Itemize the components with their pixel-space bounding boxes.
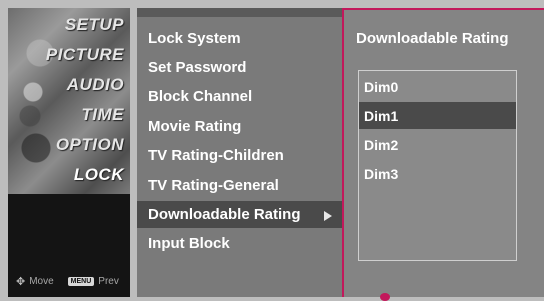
menu-item-label: TV Rating-General	[148, 177, 279, 194]
menu-item-lock-system[interactable]: Lock System	[137, 25, 342, 52]
menu-item-label: Set Password	[148, 59, 247, 76]
menu-item-label: Input Block	[148, 235, 230, 252]
tab-lock[interactable]: LOCK	[74, 165, 124, 185]
menu-item-label: TV Rating-Children	[148, 147, 284, 164]
list-item-dim1[interactable]: Dim1	[359, 102, 516, 129]
menu-item-label: Lock System	[148, 30, 241, 47]
scroll-indicator-icon	[380, 293, 390, 301]
category-sidebar: SETUP PICTURE AUDIO TIME OPTION LOCK ✥ M…	[8, 8, 130, 297]
menu-item-downloadable-rating[interactable]: Downloadable Rating	[137, 201, 342, 228]
menu-item-movie-rating[interactable]: Movie Rating	[137, 113, 342, 140]
list-item-dim0[interactable]: Dim0	[359, 73, 516, 100]
menu-item-tv-rating-children[interactable]: TV Rating-Children	[137, 142, 342, 169]
menu-item-label: Movie Rating	[148, 118, 242, 135]
menu-item-block-channel[interactable]: Block Channel	[137, 83, 342, 110]
tab-setup[interactable]: SETUP	[65, 15, 124, 35]
list-item-label: Dim1	[364, 108, 399, 124]
lock-menu-panel: Lock System Set Password Block Channel M…	[137, 8, 342, 297]
list-item-dim2[interactable]: Dim2	[359, 131, 516, 158]
move-hint-label: Move	[29, 275, 54, 287]
list-item-label: Dim3	[364, 166, 399, 182]
tab-picture[interactable]: PICTURE	[46, 45, 124, 65]
menu-item-set-password[interactable]: Set Password	[137, 54, 342, 81]
category-tabs: SETUP PICTURE AUDIO TIME OPTION LOCK	[8, 8, 130, 194]
four-way-arrow-icon: ✥	[16, 275, 26, 288]
tab-time[interactable]: TIME	[81, 105, 124, 125]
dimension-list: Dim0 Dim1 Dim2 Dim3	[358, 70, 517, 261]
menu-item-tv-rating-general[interactable]: TV Rating-General	[137, 172, 342, 199]
list-item-dim3[interactable]: Dim3	[359, 160, 516, 187]
menu-item-label: Block Channel	[148, 88, 253, 105]
tab-option[interactable]: OPTION	[56, 135, 124, 155]
submenu-title: Downloadable Rating	[356, 30, 509, 47]
downloadable-rating-panel: Downloadable Rating Dim0 Dim1 Dim2 Dim3	[342, 8, 544, 301]
list-item-label: Dim2	[364, 137, 399, 153]
menu-item-input-block[interactable]: Input Block	[137, 230, 342, 257]
tab-audio[interactable]: AUDIO	[67, 75, 124, 95]
menu-item-label: Downloadable Rating	[148, 206, 301, 223]
nav-hint-bar: ✥ Move MENU Prev	[8, 273, 130, 289]
menu-top-bar	[137, 8, 342, 17]
prev-hint-label: Prev	[98, 275, 119, 287]
menu-key-icon: MENU	[67, 276, 95, 286]
arrow-right-icon	[324, 211, 332, 221]
list-item-label: Dim0	[364, 79, 399, 95]
